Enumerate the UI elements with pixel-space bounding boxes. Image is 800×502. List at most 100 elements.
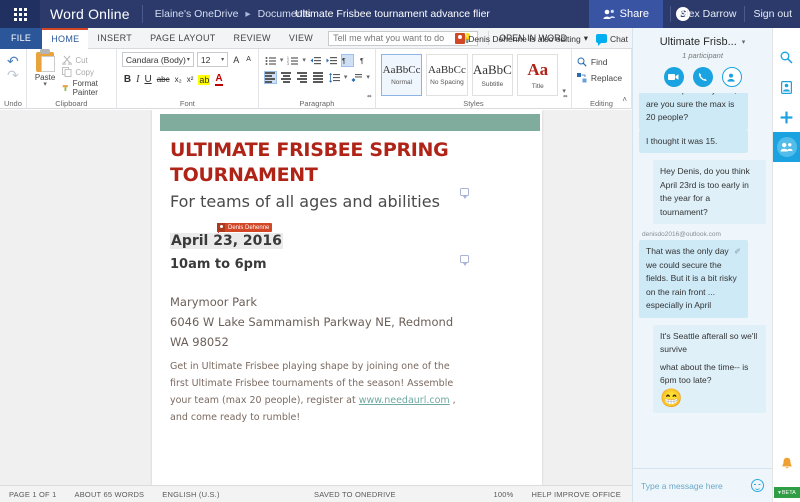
status-word-count[interactable]: ABOUT 65 WORDS [66,490,154,499]
status-save-state: SAVED TO ONEDRIVE [314,489,396,499]
find-button[interactable]: Find [577,57,626,67]
flier-time[interactable]: 10am to 6pm [170,257,267,272]
flier-title[interactable]: ULTIMATE FRISBEE SPRING TOURNAMENT [170,138,470,188]
video-call-button[interactable] [663,67,684,87]
chat-message[interactable]: Hey Denis, do you think April 23rd is to… [653,160,766,224]
paragraph-dialog-launcher[interactable]: ⬌ [367,93,372,100]
numbered-list-button[interactable]: 1 2 3 [286,54,299,67]
font-name-select[interactable]: Candara (Body) ▾ [121,52,194,67]
chat-message[interactable]: I thought it was 15. [639,129,748,153]
document-page[interactable]: ULTIMATE FRISBEE SPRING TOURNAMENT For t… [152,110,542,485]
replace-button[interactable]: Replace [576,73,626,83]
highlight-button[interactable]: ab [198,74,211,85]
style-no-spacing[interactable]: AaBbCc No Spacing [426,54,468,96]
subscript-button[interactable]: x₂ [175,75,182,84]
chat-message-text: That was the only day we could secure th… [646,246,737,310]
ribbon-collapse-button[interactable]: ˄ [622,95,627,104]
align-right-button[interactable] [296,71,309,84]
coediting-caret-icon[interactable]: ▾ [584,33,588,44]
rtl-text-button[interactable]: ¶ [357,54,370,67]
strikethrough-button[interactable]: abc [157,75,170,84]
chat-input-row[interactable]: Type a message here [633,468,772,502]
chat-message[interactable]: ✐ That was the only day we could secure … [639,240,748,318]
style-subtitle[interactable]: AaBbC Subtitle [471,54,514,96]
bullet-list-caret-icon[interactable]: ▾ [280,57,284,64]
rail-new-chat-button[interactable] [773,102,800,132]
decrease-indent-button[interactable] [309,54,322,67]
rail-people-button[interactable] [772,132,800,162]
app-launcher-button[interactable] [0,0,40,28]
flier-body[interactable]: Get in Ultimate Frisbee playing shape by… [170,358,470,426]
numbered-list-caret-icon[interactable]: ▾ [302,57,306,64]
font-color-button[interactable]: A [215,73,223,86]
redo-button[interactable]: ↷ [7,68,19,82]
breadcrumb-separator-icon: ▸ [245,8,251,20]
document-canvas[interactable]: ULTIMATE FRISBEE SPRING TOURNAMENT For t… [0,110,632,485]
chat-message[interactable]: For example: "Hey Alex, are you sure the… [639,93,748,130]
chat-message[interactable]: It's Seattle afterall so we'll survive [653,324,766,359]
chat-toggle-button[interactable]: Chat [596,34,628,46]
comment-bubble-icon[interactable] [460,188,469,199]
shrink-font-button[interactable]: A [244,56,253,63]
tab-review[interactable]: REVIEW [225,28,280,49]
underline-button[interactable]: U [144,74,151,85]
flier-date[interactable]: April 23, 2016 [170,233,283,249]
align-center-button[interactable] [280,71,293,84]
paste-button[interactable]: Paste ▾ [32,49,59,88]
brand-label[interactable]: Word Online [40,6,142,22]
chevron-down-icon[interactable]: ▾ [742,38,746,46]
superscript-button[interactable]: x² [187,75,194,84]
tab-insert[interactable]: INSERT [88,28,141,49]
style-title[interactable]: Aa Title [517,54,559,96]
paste-caret-icon[interactable]: ▾ [43,81,47,88]
status-zoom[interactable]: 100% [485,490,523,499]
chat-message-emoji: 😁 [660,387,683,408]
shading-button[interactable] [350,71,363,84]
add-people-icon [727,73,735,82]
comment-bubble-icon[interactable] [460,255,469,266]
chat-message-list[interactable]: For example: "Hey Alex, are you sure the… [633,93,772,468]
user-name[interactable]: Alex Darrow [670,6,744,22]
justify-button[interactable] [312,71,325,84]
line-spacing-button[interactable] [328,71,341,84]
breadcrumb: Elaine's OneDrive ▸ Documents [141,5,311,23]
flier-subtitle[interactable]: For teams of all ages and abilities [170,192,500,211]
font-size-select[interactable]: 12 ▾ [196,52,229,67]
bullet-list-button[interactable] [264,54,277,67]
rail-contacts-button[interactable] [773,72,800,102]
line-spacing-caret-icon[interactable]: ▾ [344,74,348,81]
align-left-button[interactable] [263,71,277,84]
increase-indent-button[interactable] [325,54,338,67]
tab-home[interactable]: HOME [42,27,89,49]
body-link[interactable]: www.needaurl.com [359,395,450,406]
grow-font-button[interactable]: A [231,55,241,65]
format-painter-button[interactable]: Format Painter [62,79,111,97]
shading-caret-icon[interactable]: ▾ [366,74,370,81]
ribbon-group-undo: ↶ ↷ Undo [0,49,27,109]
ltr-text-button[interactable]: ¶ [340,54,354,67]
chat-conversation-title-row[interactable]: Ultimate Frisb... ▾ [633,36,772,48]
tab-file[interactable]: FILE [0,27,43,49]
tab-page-layout[interactable]: PAGE LAYOUT [141,28,224,49]
copy-button[interactable]: Copy [62,67,111,77]
bold-button[interactable]: B [124,74,131,85]
audio-call-button[interactable] [692,67,713,87]
style-normal[interactable]: AaBbCc Normal [380,54,423,96]
italic-button[interactable]: I [136,74,139,85]
cut-button[interactable]: Cut [62,55,111,65]
tab-view[interactable]: VIEW [280,28,322,49]
chat-message[interactable]: what about the time-- is 6pm too late? 😁 [653,358,766,413]
status-language[interactable]: ENGLISH (U.S.) [153,490,228,499]
rail-search-button[interactable] [773,42,800,72]
undo-button[interactable]: ↶ [7,54,19,68]
styles-dialog-launcher[interactable]: ⬌ [563,93,568,100]
edit-pencil-icon[interactable]: ✐ [734,245,741,259]
share-button[interactable]: Share [588,0,663,28]
flier-address[interactable]: Marymoor Park 6046 W Lake Sammamish Park… [170,292,510,352]
breadcrumb-owner[interactable]: Elaine's OneDrive [155,8,239,20]
rail-notifications-button[interactable] [773,448,800,478]
smiley-icon[interactable] [751,479,764,492]
add-people-button[interactable] [721,67,742,87]
sign-out-link[interactable]: Sign out [744,6,800,22]
status-help-improve[interactable]: HELP IMPROVE OFFICE [522,490,630,499]
